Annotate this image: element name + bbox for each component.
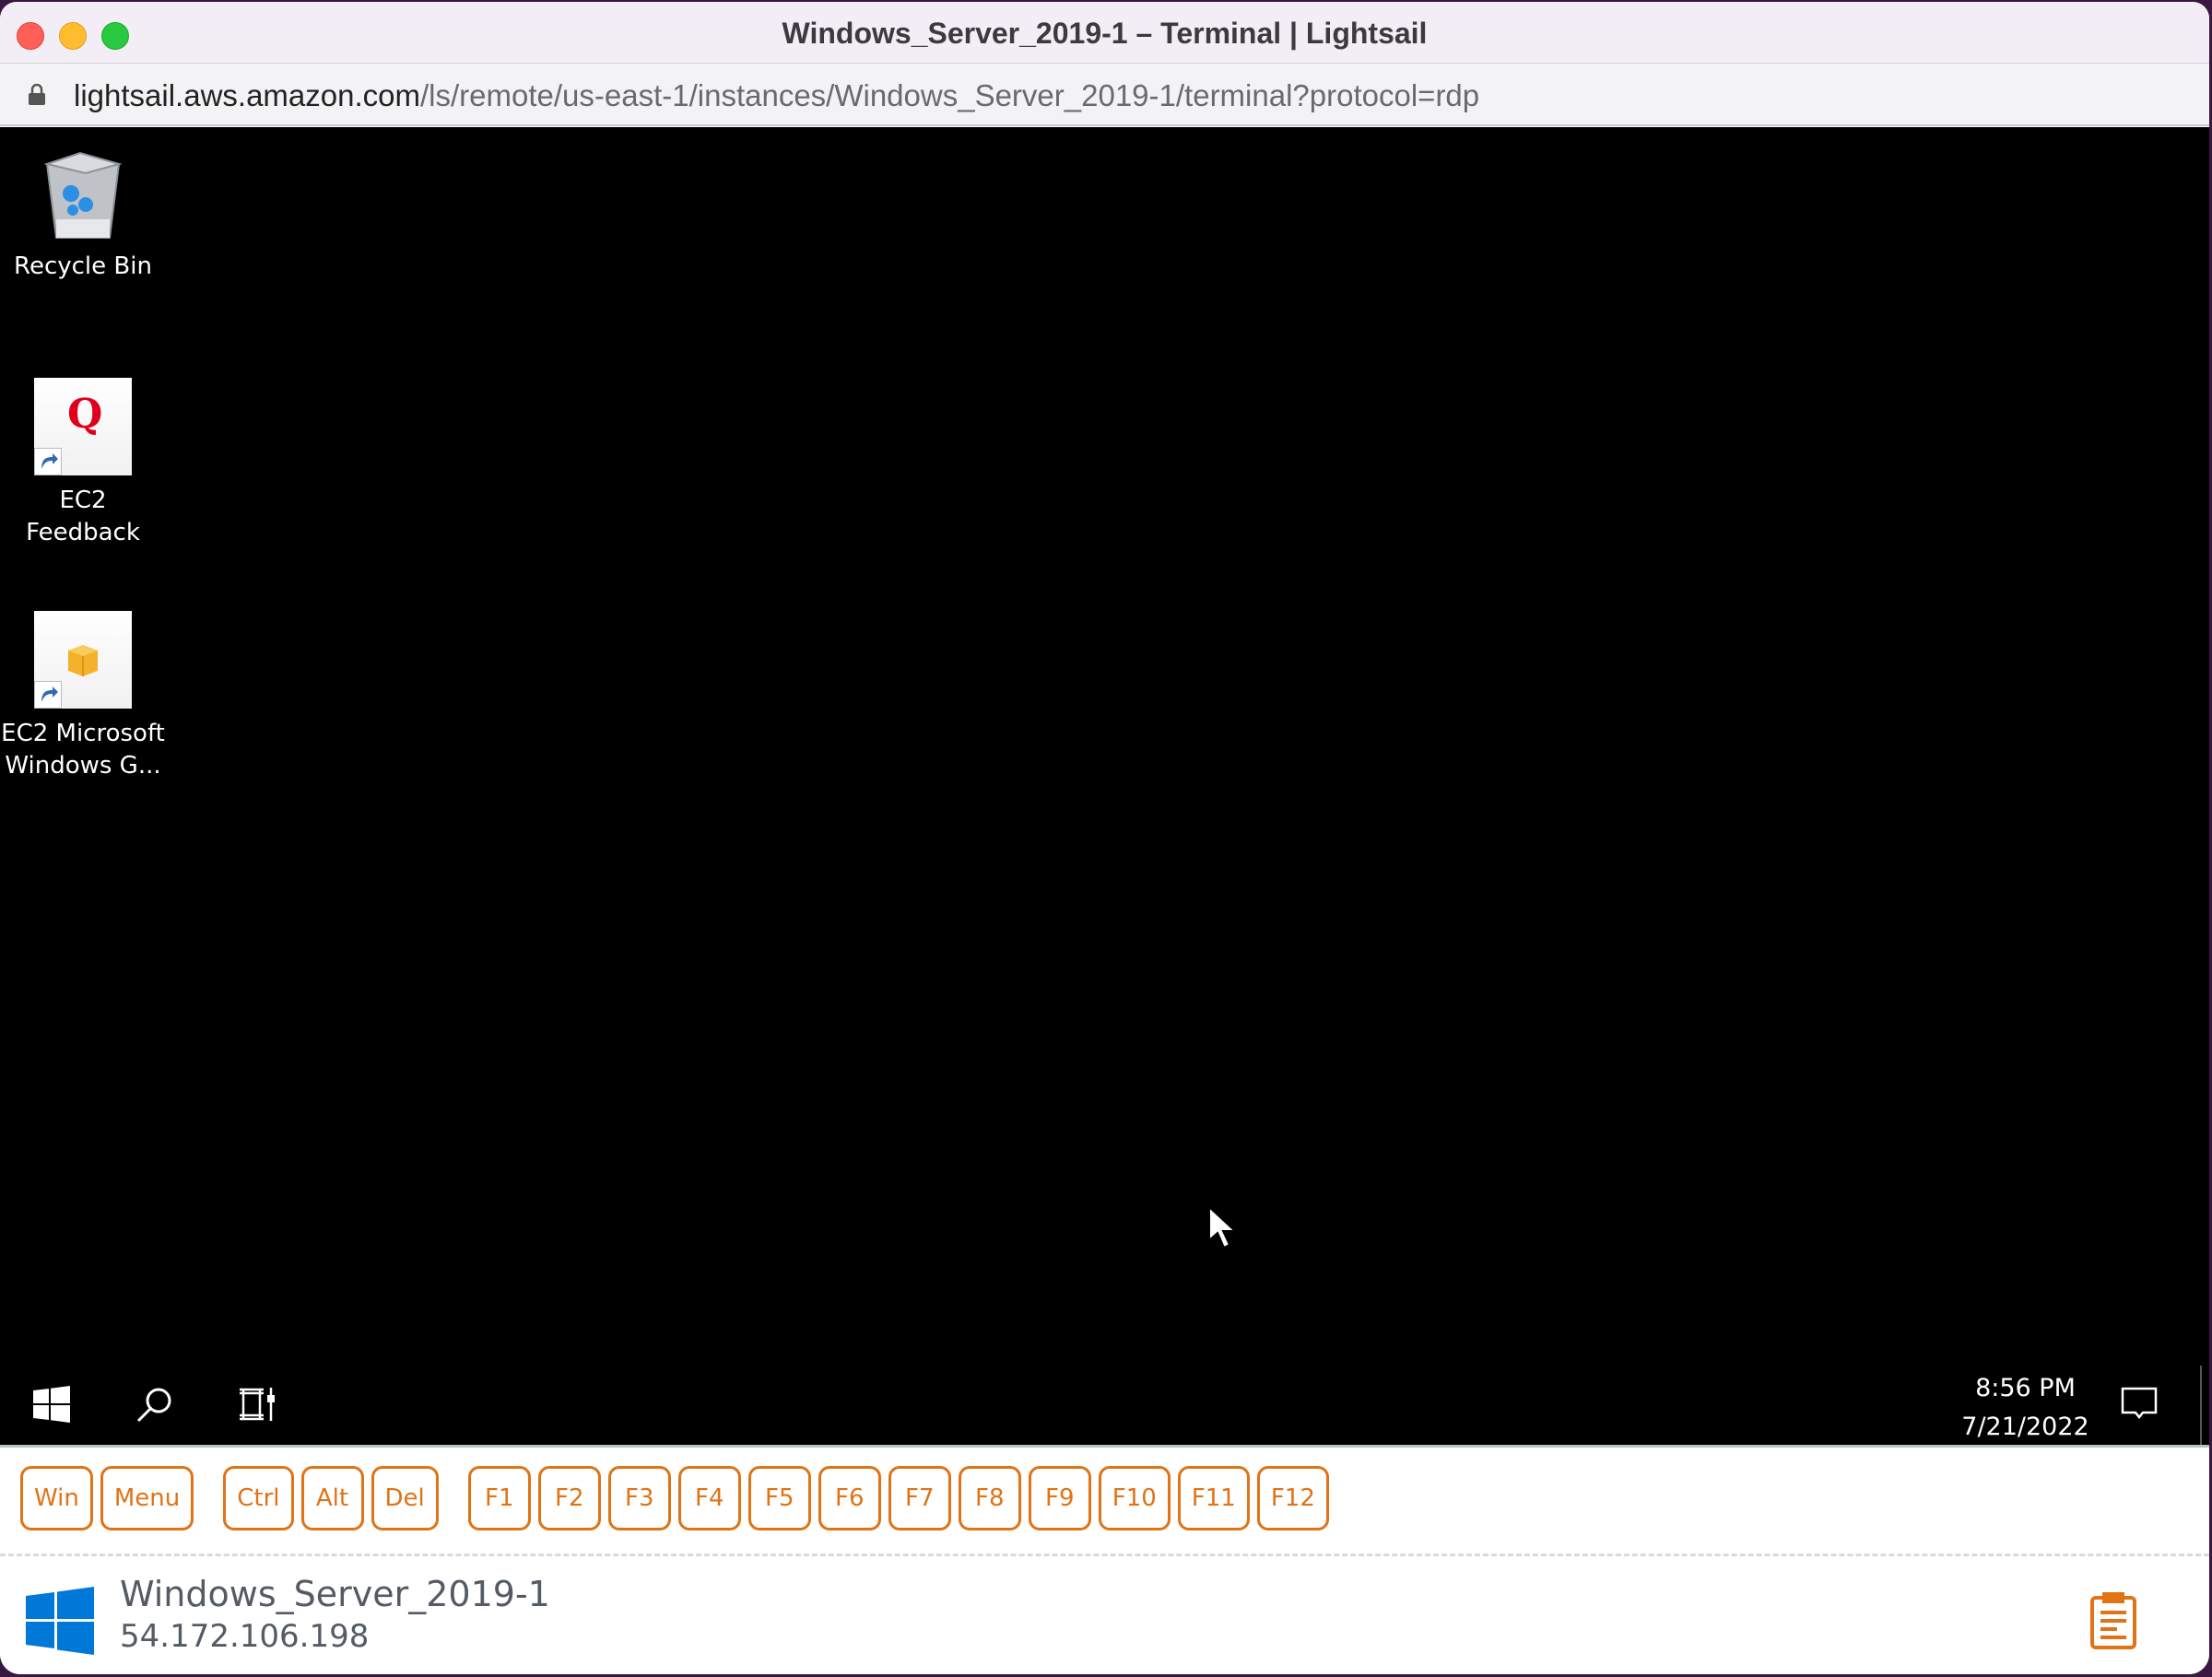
windows-logo-icon xyxy=(26,1587,94,1655)
window-title: Windows_Server_2019-1 – Terminal | Light… xyxy=(782,17,1428,50)
key-buttons: Win Menu Ctrl Alt Del F1 F2 F3 F4 F5 F6 … xyxy=(20,1466,1336,1530)
clock-time: 8:56 PM xyxy=(1975,1374,2076,1402)
desktop-icon-recycle-bin[interactable]: Recycle Bin xyxy=(0,146,166,283)
title-bar: Windows_Server_2019-1 – Terminal | Light… xyxy=(0,2,2209,64)
key-win-button[interactable]: Win xyxy=(20,1466,93,1530)
key-f5-button[interactable]: F5 xyxy=(747,1466,811,1530)
recycle-bin-icon xyxy=(43,151,123,239)
shortcut-arrow-icon xyxy=(34,448,62,475)
desktop-icon-label: EC2 Feedback xyxy=(26,487,140,546)
key-alt-button[interactable]: Alt xyxy=(300,1466,364,1530)
desktop-icon-label: Recycle Bin xyxy=(14,252,152,280)
key-f3-button[interactable]: F3 xyxy=(607,1466,671,1530)
key-ctrl-button[interactable]: Ctrl xyxy=(223,1466,294,1530)
shortcut-arrow-icon xyxy=(34,681,62,709)
taskbar-clock[interactable]: 8:56 PM 7/21/2022 xyxy=(1954,1369,2097,1447)
instance-ip: 54.172.106.198 xyxy=(120,1618,370,1655)
url-host: lightsail.aws.amazon.com xyxy=(74,78,420,112)
remote-desktop[interactable]: Recycle Bin Q EC2 Feedback EC2 Microsoft… xyxy=(0,127,2209,1445)
search-icon[interactable] xyxy=(135,1384,175,1425)
special-keys-bar: Win Menu Ctrl Alt Del F1 F2 F3 F4 F5 F6 … xyxy=(0,1445,2209,1556)
key-f4-button[interactable]: F4 xyxy=(677,1466,741,1530)
show-desktop-button[interactable] xyxy=(2200,1366,2202,1445)
dashed-divider xyxy=(0,1554,2209,1556)
clipboard-icon[interactable] xyxy=(2090,1592,2136,1649)
key-f11-button[interactable]: F11 xyxy=(1177,1466,1250,1530)
mouse-cursor-icon xyxy=(1208,1205,1238,1249)
key-menu-button[interactable]: Menu xyxy=(100,1466,194,1530)
key-f6-button[interactable]: F6 xyxy=(818,1466,881,1530)
windows-taskbar: 8:56 PM 7/21/2022 xyxy=(0,1356,2209,1445)
task-view-icon[interactable] xyxy=(238,1384,278,1425)
instance-footer: Windows_Server_2019-1 54.172.106.198 xyxy=(0,1557,2209,1674)
key-f7-button[interactable]: F7 xyxy=(888,1466,951,1530)
url-text[interactable]: lightsail.aws.amazon.com/ls/remote/us-ea… xyxy=(74,78,1479,113)
key-f1-button[interactable]: F1 xyxy=(467,1466,531,1530)
desktop-icon-label: EC2 Microsoft Windows G... xyxy=(1,720,165,780)
key-f9-button[interactable]: F9 xyxy=(1028,1466,1091,1530)
desktop-icon-ec2-feedback[interactable]: Q EC2 Feedback xyxy=(0,378,166,549)
key-f12-button[interactable]: F12 xyxy=(1256,1466,1329,1530)
address-bar[interactable]: lightsail.aws.amazon.com/ls/remote/us-ea… xyxy=(0,64,2209,126)
ec2-package-icon xyxy=(34,611,132,709)
browser-window: Windows_Server_2019-1 – Terminal | Light… xyxy=(0,2,2209,1674)
desktop-icon-ec2-windows-guide[interactable]: EC2 Microsoft Windows G... xyxy=(0,611,166,782)
key-del-button[interactable]: Del xyxy=(371,1466,439,1530)
lock-icon xyxy=(29,84,45,105)
ec2-feedback-icon: Q xyxy=(34,378,132,475)
key-f8-button[interactable]: F8 xyxy=(958,1466,1021,1530)
action-center-icon[interactable] xyxy=(2120,1384,2159,1423)
key-f2-button[interactable]: F2 xyxy=(537,1466,601,1530)
url-path: /ls/remote/us-east-1/instances/Windows_S… xyxy=(420,78,1480,112)
windows-start-icon[interactable] xyxy=(33,1386,70,1423)
clock-date: 7/21/2022 xyxy=(1961,1413,2089,1441)
instance-name: Windows_Server_2019-1 xyxy=(120,1574,550,1614)
key-f10-button[interactable]: F10 xyxy=(1098,1466,1171,1530)
